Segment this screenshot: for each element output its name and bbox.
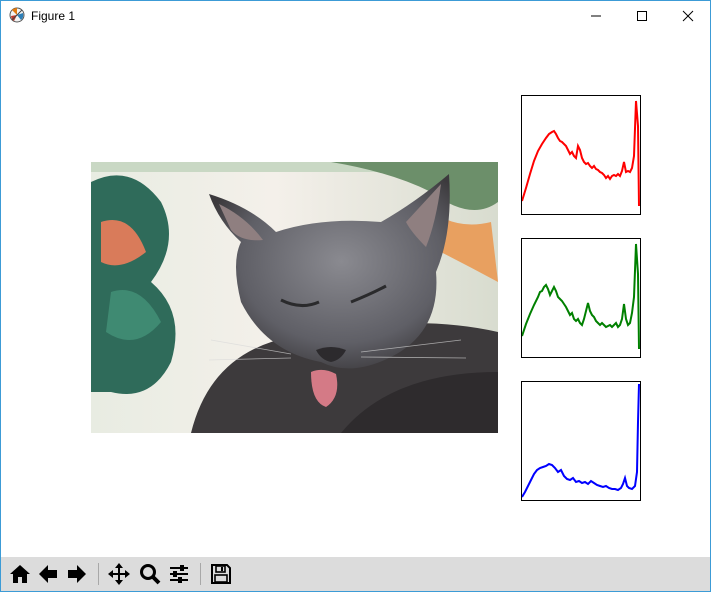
red-histogram-line (521, 100, 640, 207)
pan-button[interactable] (106, 561, 132, 587)
back-button[interactable] (35, 561, 61, 587)
zoom-icon (140, 564, 161, 585)
save-icon (211, 564, 231, 584)
configure-subplots-icon (170, 565, 188, 583)
navigation-toolbar (1, 557, 710, 591)
close-button[interactable] (665, 1, 710, 31)
toolbar-separator (98, 563, 99, 585)
home-icon (10, 565, 30, 583)
blue-histogram (521, 381, 641, 501)
pan-icon (108, 563, 130, 585)
blue-histogram-line (521, 383, 640, 498)
maximize-button[interactable] (619, 1, 665, 31)
matplotlib-app-icon (9, 7, 25, 23)
green-histogram-line (521, 243, 640, 350)
cat-image (91, 162, 498, 433)
forward-icon (68, 565, 86, 583)
green-histogram (521, 238, 641, 358)
save-button[interactable] (208, 561, 234, 587)
back-icon (39, 565, 57, 583)
forward-button[interactable] (64, 561, 90, 587)
close-icon (682, 10, 694, 22)
window-title: Figure 1 (31, 9, 76, 23)
configure-subplots-button[interactable] (166, 561, 192, 587)
zoom-button[interactable] (137, 561, 163, 587)
figure-canvas[interactable] (1, 31, 710, 557)
minimize-icon (591, 15, 601, 17)
maximize-icon (637, 11, 647, 21)
minimize-button[interactable] (573, 1, 619, 31)
home-button[interactable] (7, 561, 33, 587)
red-histogram (521, 95, 641, 215)
title-bar: Figure 1 (1, 1, 710, 31)
figure-window: Figure 1 (0, 0, 711, 592)
toolbar-separator (200, 563, 201, 585)
